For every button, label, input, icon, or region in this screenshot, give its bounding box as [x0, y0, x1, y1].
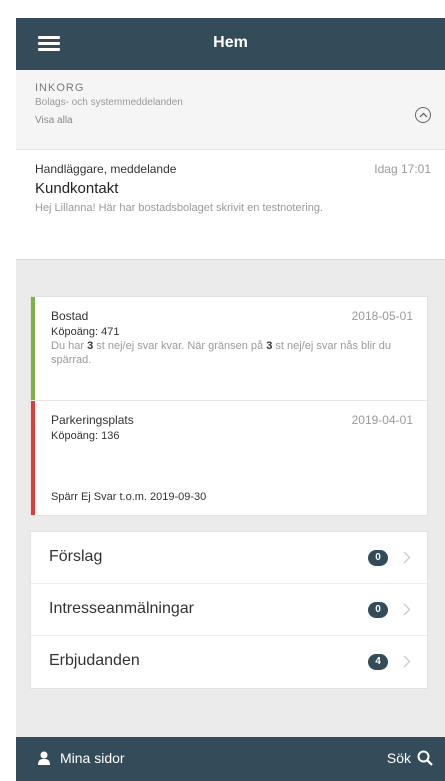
status-item-bostad: Bostad 2018-05-01 Köpoäng: 471 Du har 3 …	[31, 297, 427, 401]
my-pages-label: Mina sidor	[60, 750, 125, 766]
count-badge: 0	[368, 602, 388, 618]
page-title: Hem	[213, 34, 248, 51]
message-subject: Kundkontakt	[35, 180, 119, 197]
bottom-bar: Mina sidor Sök	[16, 737, 445, 781]
search-button[interactable]: Sök	[387, 750, 433, 766]
nav-item-forslag[interactable]: Förslag 0	[31, 532, 427, 584]
status-note: Du har 3 st nej/ej svar kvar. När gränse…	[51, 340, 391, 366]
search-label: Sök	[386, 750, 411, 766]
chevron-right-icon	[403, 655, 411, 668]
count-badge: 4	[368, 654, 388, 670]
top-bar: Hem	[16, 18, 445, 70]
my-pages-button[interactable]: Mina sidor	[38, 750, 125, 766]
nav-item-label: Förslag	[49, 548, 103, 565]
status-block-notice: Spärr Ej Svar t.o.m. 2019-09-30	[51, 491, 207, 503]
inbox-title: INKORG	[35, 82, 85, 94]
status-points: Köpoäng: 471	[51, 326, 120, 338]
search-icon	[417, 750, 433, 766]
nav-item-label: Intresseanmälningar	[49, 600, 194, 617]
chevron-right-icon	[403, 603, 411, 616]
user-icon	[38, 751, 50, 765]
message-time: Idag 17:01	[374, 162, 431, 176]
message-body: Hej Lillanna! Här har bostadsbolaget skr…	[35, 202, 323, 214]
status-points: Köpoäng: 136	[51, 430, 120, 442]
message-item[interactable]: Handläggare, meddelande Idag 17:01 Kundk…	[16, 150, 445, 260]
status-date: 2018-05-01	[351, 309, 413, 323]
nav-item-erbjudanden[interactable]: Erbjudanden 4	[31, 636, 427, 688]
nav-item-label: Erbjudanden	[49, 652, 140, 669]
chevron-up-circle-icon[interactable]	[415, 107, 431, 123]
status-date: 2019-04-01	[351, 413, 413, 427]
queue-status-card: Bostad 2018-05-01 Köpoäng: 471 Du har 3 …	[30, 296, 428, 516]
count-badge: 0	[368, 550, 388, 566]
status-item-parkering: Parkeringsplats 2019-04-01 Köpoäng: 136 …	[31, 401, 427, 515]
nav-item-intresseanmalningar[interactable]: Intresseanmälningar 0	[31, 584, 427, 636]
inbox-subtitle: Bolags- och systemmeddelanden	[35, 97, 183, 108]
inbox-header: INKORG Bolags- och systemmeddelanden Vis…	[16, 70, 445, 150]
message-sender: Handläggare, meddelande	[35, 162, 177, 176]
app-screen: Hem INKORG Bolags- och systemmeddelanden…	[16, 18, 445, 781]
chevron-right-icon	[403, 551, 411, 564]
nav-list: Förslag 0 Intresseanmälningar 0 Erbjudan…	[30, 531, 428, 689]
status-accent-bar	[31, 401, 35, 515]
show-all-link[interactable]: Visa alla	[35, 115, 73, 126]
status-accent-bar	[31, 297, 35, 400]
